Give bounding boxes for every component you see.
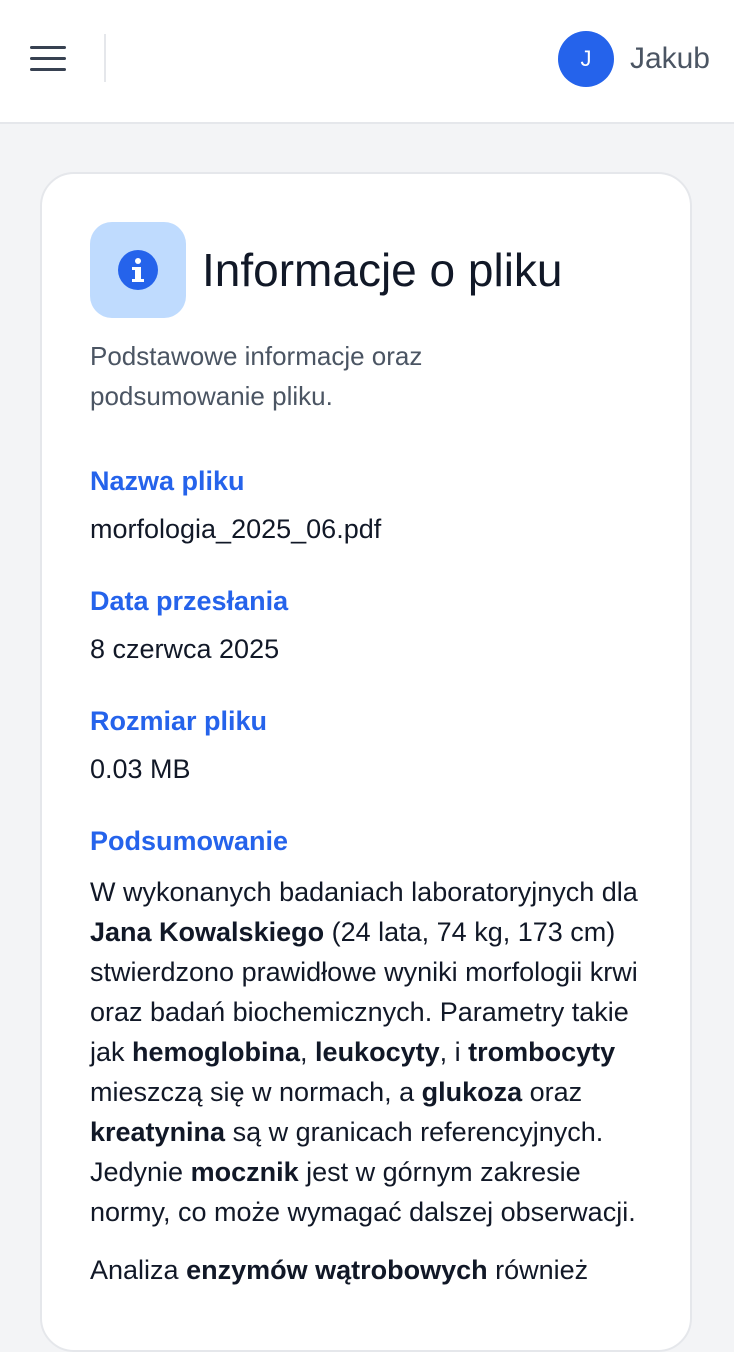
summary-bold-term: Jana Kowalskiego xyxy=(90,917,325,947)
summary-bold-term: mocznik xyxy=(190,1157,299,1187)
top-bar: J Jakub xyxy=(0,0,734,124)
menu-line xyxy=(30,68,66,71)
info-icon-box xyxy=(90,222,186,318)
summary-bold-term: glukoza xyxy=(421,1077,523,1107)
summary-text-run: oraz xyxy=(522,1077,583,1107)
file-name-value: morfologia_2025_06.pdf xyxy=(90,514,382,544)
card-header: Informacje o pliku xyxy=(90,222,563,318)
file-size-label: Rozmiar pliku xyxy=(90,706,268,736)
file-size-value: 0.03 MB xyxy=(90,754,191,784)
summary-bold-term: enzymów wątrobowych xyxy=(186,1255,488,1285)
card-subtitle: Podstawowe informacje oraz podsumowanie … xyxy=(90,341,423,411)
summary-paragraph: Analiza enzymów wątrobowych również xyxy=(90,1250,650,1290)
summary-bold-term: kreatynina xyxy=(90,1117,226,1147)
menu-icon[interactable] xyxy=(28,42,68,76)
avatar[interactable]: J xyxy=(557,31,614,87)
summary-text: W wykonanych badaniach laboratoryjnych d… xyxy=(90,872,650,1290)
summary-bold-term: leukocyty xyxy=(315,1037,440,1067)
file-name-label: Nazwa pliku xyxy=(90,466,245,496)
summary-bold-term: trombocyty xyxy=(468,1037,616,1067)
summary-text-run: Analiza xyxy=(90,1255,187,1285)
menu-line xyxy=(30,46,66,49)
menu-line xyxy=(30,57,66,60)
user-menu[interactable]: J Jakub xyxy=(557,31,710,87)
summary-text-run: , xyxy=(300,1037,316,1067)
upload-date-value: 8 czerwca 2025 xyxy=(90,634,280,664)
summary-label: Podsumowanie xyxy=(90,826,289,856)
file-info-card: Informacje o pliku Podstawowe informacje… xyxy=(40,172,692,1352)
info-icon xyxy=(118,250,158,290)
summary-text-run: mieszczą się w normach, a xyxy=(90,1077,422,1107)
upload-date-label: Data przesłania xyxy=(90,586,289,616)
summary-paragraph: W wykonanych badaniach laboratoryjnych d… xyxy=(90,872,650,1232)
divider xyxy=(104,34,106,82)
user-name[interactable]: Jakub xyxy=(630,42,710,76)
summary-text-run: również xyxy=(487,1255,589,1285)
card-title: Informacje o pliku xyxy=(202,244,563,296)
summary-text-run: , i xyxy=(439,1037,469,1067)
summary-bold-term: hemoglobina xyxy=(132,1037,301,1067)
summary-text-run: W wykonanych badaniach laboratoryjnych d… xyxy=(90,877,638,907)
